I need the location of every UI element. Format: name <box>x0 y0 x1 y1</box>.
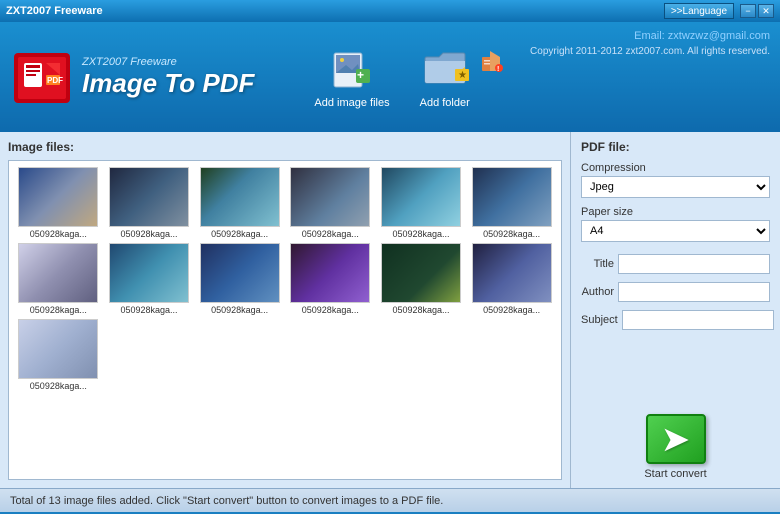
title-field-row: Title <box>581 254 770 274</box>
image-thumbnail <box>109 167 189 227</box>
paper-size-field-group: Paper size A4 Letter A3 <box>581 206 770 242</box>
list-item[interactable]: 050928kaga... <box>196 243 283 315</box>
pdf-settings-title: PDF file: <box>581 140 770 154</box>
image-thumbnail <box>472 243 552 303</box>
list-item[interactable]: 050928kaga... <box>378 167 465 239</box>
title-bar: ZXT2007 Freeware >>Language − ✕ <box>0 0 780 22</box>
title-bar-controls: >>Language − ✕ <box>664 3 774 19</box>
image-filename-label: 050928kaga... <box>120 305 177 315</box>
header-toolbar: + Add image files ★ Add folder <box>314 45 503 109</box>
image-filename-label: 050928kaga... <box>211 229 268 239</box>
image-thumbnail <box>18 167 98 227</box>
compression-field-group: Compression Jpeg PNG <box>581 162 770 198</box>
image-filename-label: 050928kaga... <box>302 305 359 315</box>
status-bar: Total of 13 image files added. Click "St… <box>0 488 780 512</box>
status-text: Total of 13 image files added. Click "St… <box>10 495 443 507</box>
list-item[interactable]: 050928kaga... <box>378 243 465 315</box>
pdf-metadata-fields: Title Author Subject <box>581 254 770 330</box>
pdf-settings-panel: PDF file: Compression Jpeg PNG Paper siz… <box>570 132 780 488</box>
image-grid-container[interactable]: 050928kaga... 050928kaga... 050928kaga... 0… <box>8 160 562 480</box>
list-item[interactable]: 050928kaga... <box>287 243 374 315</box>
author-field-row: Author <box>581 282 770 302</box>
start-convert-label: Start convert <box>644 468 706 480</box>
image-thumbnail <box>109 243 189 303</box>
minimize-button[interactable]: − <box>740 4 756 18</box>
image-filename-label: 050928kaga... <box>302 229 359 239</box>
image-files-panel: Image files: 050928kaga...050928kaga...0… <box>0 132 570 488</box>
svg-text:+: + <box>357 68 364 82</box>
main-content: Image files: 050928kaga...050928kaga...0… <box>0 132 780 488</box>
main-app-title: Image To PDF <box>82 68 254 99</box>
svg-text:!: ! <box>497 66 499 73</box>
image-thumbnail <box>290 167 370 227</box>
image-filename-label: 050928kaga... <box>392 305 449 315</box>
app-title-label: ZXT2007 Freeware <box>6 5 103 17</box>
image-filename-label: 050928kaga... <box>211 305 268 315</box>
image-files-title: Image files: <box>8 140 562 154</box>
subject-input[interactable] <box>622 310 774 330</box>
paper-size-select[interactable]: A4 Letter A3 <box>581 220 770 242</box>
image-thumbnail <box>200 243 280 303</box>
list-item[interactable]: 050928kaga... <box>468 243 555 315</box>
list-item[interactable]: 050928kaga... <box>287 167 374 239</box>
logo-area: PDF ZXT2007 Freeware Image To PDF <box>10 45 254 109</box>
compression-label: Compression <box>581 162 770 174</box>
list-item[interactable]: 050928kaga... <box>106 167 193 239</box>
image-thumbnail <box>18 243 98 303</box>
list-item[interactable]: 050928kaga... <box>196 167 283 239</box>
image-thumbnail <box>381 167 461 227</box>
close-button[interactable]: ✕ <box>758 4 774 18</box>
title-field-label: Title <box>581 258 614 270</box>
add-folder-label: Add folder <box>420 97 470 109</box>
image-thumbnail <box>18 319 98 379</box>
app-subtitle: ZXT2007 Freeware <box>82 56 254 68</box>
subject-field-label: Subject <box>581 314 618 326</box>
paper-size-label: Paper size <box>581 206 770 218</box>
add-image-button[interactable]: + Add image files <box>314 45 389 109</box>
add-image-label: Add image files <box>314 97 389 109</box>
list-item[interactable]: 050928kaga... <box>15 243 102 315</box>
image-filename-label: 050928kaga... <box>30 305 87 315</box>
image-filename-label: 050928kaga... <box>120 229 177 239</box>
add-folder-icon: ★ <box>421 45 469 93</box>
email-label: Email: zxtwzwz@gmail.com <box>530 30 770 42</box>
start-convert-button[interactable]: ➤ <box>646 414 706 464</box>
list-item[interactable]: 050928kaga... <box>106 243 193 315</box>
convert-arrow-icon: ➤ <box>662 420 689 458</box>
svg-text:PDF: PDF <box>47 76 63 85</box>
image-thumbnail <box>290 243 370 303</box>
image-filename-label: 050928kaga... <box>483 305 540 315</box>
language-button[interactable]: >>Language <box>664 3 734 19</box>
list-item[interactable]: 050928kaga... <box>15 319 102 391</box>
author-field-label: Author <box>581 286 614 298</box>
image-filename-label: 050928kaga... <box>483 229 540 239</box>
app-logo-icon: PDF <box>10 45 74 109</box>
header-info: Email: zxtwzwz@gmail.com Copyright 2011-… <box>530 30 770 57</box>
list-item[interactable]: 050928kaga... <box>468 167 555 239</box>
image-thumbnail <box>200 167 280 227</box>
logo-text-group: ZXT2007 Freeware Image To PDF <box>82 56 254 99</box>
copyright-label: Copyright 2011-2012 zxt2007.com. All rig… <box>530 46 770 57</box>
image-filename-label: 050928kaga... <box>30 229 87 239</box>
image-thumbnail <box>472 167 552 227</box>
title-input[interactable] <box>618 254 770 274</box>
author-input[interactable] <box>618 282 770 302</box>
convert-section: ➤ Start convert <box>581 406 770 480</box>
small-tool-icon[interactable]: ! <box>480 49 504 76</box>
compression-select[interactable]: Jpeg PNG <box>581 176 770 198</box>
add-folder-button[interactable]: ★ Add folder <box>420 45 470 109</box>
add-image-icon: + <box>328 45 376 93</box>
app-header: PDF ZXT2007 Freeware Image To PDF + Add … <box>0 22 780 132</box>
list-item[interactable]: 050928kaga... <box>15 167 102 239</box>
svg-text:★: ★ <box>458 70 467 81</box>
subject-field-row: Subject <box>581 310 770 330</box>
image-filename-label: 050928kaga... <box>30 381 87 391</box>
image-thumbnail <box>381 243 461 303</box>
image-grid: 050928kaga... 050928kaga... 050928kaga... 0… <box>15 167 555 391</box>
image-filename-label: 050928kaga... <box>392 229 449 239</box>
